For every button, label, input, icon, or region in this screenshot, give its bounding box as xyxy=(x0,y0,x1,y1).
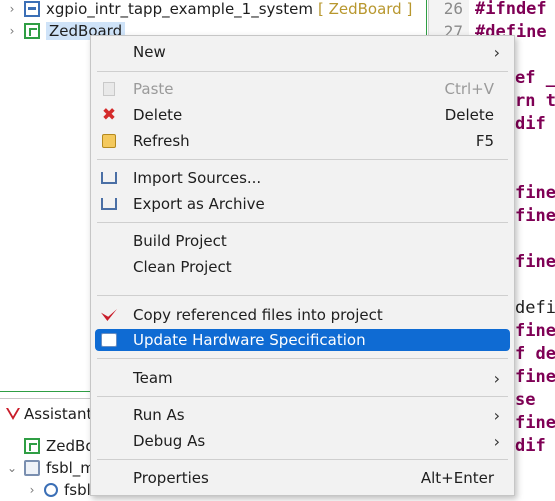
menu-item-label: Clean Project xyxy=(133,258,232,276)
context-menu: New › Paste Ctrl+V ✖ Delete Delete Refre… xyxy=(90,35,515,496)
menu-item-label: Run As xyxy=(133,406,185,424)
paste-icon xyxy=(101,81,117,97)
menu-item-shortcut: Alt+Enter xyxy=(420,469,494,487)
tree-item-label: fsbl xyxy=(64,481,91,499)
hardware-platform-icon xyxy=(24,438,40,454)
menu-item-label: Build Project xyxy=(133,232,227,250)
expand-chevron-icon[interactable]: › xyxy=(26,483,38,497)
xilinx-logo-icon xyxy=(6,408,20,420)
menu-separator xyxy=(97,396,508,397)
tab-assistant[interactable]: Assistant xyxy=(0,399,100,429)
submenu-arrow-icon: › xyxy=(493,431,500,451)
code-text: #ifndef xyxy=(475,0,547,19)
menu-separator xyxy=(97,222,508,223)
expand-chevron-icon[interactable]: › xyxy=(6,2,18,16)
menu-item-refresh[interactable]: Refresh F5 xyxy=(95,129,510,153)
menu-item-export-archive[interactable]: Export as Archive xyxy=(95,192,510,216)
menu-item-label: Refresh xyxy=(133,132,190,150)
menu-separator xyxy=(97,71,508,72)
refresh-icon xyxy=(101,133,117,149)
menu-item-build-project[interactable]: Build Project xyxy=(95,229,510,253)
update-hardware-icon xyxy=(101,332,117,348)
assistant-tree-item[interactable]: ⌄ fsbl_m xyxy=(6,457,95,479)
menu-item-shortcut: Ctrl+V xyxy=(444,80,494,98)
folder-icon xyxy=(24,460,40,476)
menu-item-label: New xyxy=(133,43,166,61)
menu-item-label: Copy referenced files into project xyxy=(133,306,383,324)
menu-item-team[interactable]: Team › xyxy=(95,366,510,390)
menu-item-label: Team xyxy=(133,369,173,387)
assistant-tree-item[interactable]: ZedBo xyxy=(22,435,95,457)
tab-label: Assistant xyxy=(24,405,93,423)
menu-item-label: Update Hardware Specification xyxy=(133,331,366,349)
menu-item-delete[interactable]: ✖ Delete Delete xyxy=(95,103,510,127)
delete-icon: ✖ xyxy=(101,105,117,125)
menu-item-copy-referenced-files[interactable]: Copy referenced files into project xyxy=(95,303,510,327)
menu-item-shortcut: Delete xyxy=(444,106,494,124)
submenu-arrow-icon: › xyxy=(493,42,500,62)
menu-item-new[interactable]: New › xyxy=(95,40,510,64)
submenu-arrow-icon: › xyxy=(493,368,500,388)
menu-item-import-sources[interactable]: Import Sources... xyxy=(95,166,510,190)
menu-separator xyxy=(97,358,508,359)
menu-item-label: Debug As xyxy=(133,432,206,450)
menu-item-update-hardware-specification[interactable]: Update Hardware Specification xyxy=(95,329,510,351)
tree-item-label: xgpio_intr_tapp_example_1_system xyxy=(46,0,313,18)
menu-item-debug-as[interactable]: Debug As › xyxy=(95,429,510,453)
menu-item-label: Export as Archive xyxy=(133,195,265,213)
code-line: 26 #ifndef xyxy=(429,0,555,20)
menu-separator xyxy=(97,459,508,460)
menu-item-label: Paste xyxy=(133,80,174,98)
menu-item-clean-project[interactable]: Clean Project xyxy=(95,255,510,279)
menu-item-label: Delete xyxy=(133,106,183,124)
import-icon xyxy=(101,170,117,186)
line-number: 26 xyxy=(443,0,463,18)
menu-item-label: Properties xyxy=(133,469,209,487)
gear-icon xyxy=(44,483,58,497)
export-icon xyxy=(101,196,117,212)
menu-item-properties[interactable]: Properties Alt+Enter xyxy=(95,466,510,490)
menu-item-label: Import Sources... xyxy=(133,169,262,187)
assistant-tree-item[interactable]: › fsbl xyxy=(26,479,91,501)
menu-item-shortcut: F5 xyxy=(475,132,494,150)
menu-separator xyxy=(97,159,508,160)
system-project-icon xyxy=(24,1,40,17)
copy-referenced-icon xyxy=(101,307,117,323)
tree-item-label: ZedBo xyxy=(46,437,95,455)
menu-item-run-as[interactable]: Run As › xyxy=(95,403,510,427)
hardware-platform-icon xyxy=(24,23,40,39)
menu-item-paste[interactable]: Paste Ctrl+V xyxy=(95,77,510,101)
submenu-arrow-icon: › xyxy=(493,405,500,425)
tree-item-label: fsbl_m xyxy=(46,459,95,477)
menu-separator xyxy=(97,295,508,296)
tree-item-system-project[interactable]: › xgpio_intr_tapp_example_1_system [ Zed… xyxy=(6,0,413,20)
expand-chevron-icon[interactable]: › xyxy=(6,24,18,38)
collapse-chevron-icon[interactable]: ⌄ xyxy=(6,461,18,475)
tree-item-platform-suffix: [ ZedBoard ] xyxy=(317,0,413,18)
